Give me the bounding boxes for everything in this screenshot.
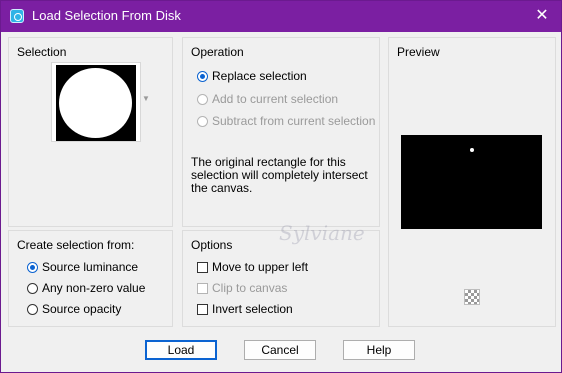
selection-thumbnail[interactable] [51, 62, 141, 142]
source-luminance-label: Source luminance [42, 260, 139, 274]
preview-group: Preview [388, 37, 556, 327]
radio-indicator [197, 70, 208, 82]
clip-to-canvas-label: Clip to canvas [212, 281, 288, 295]
selection-mask-circle [59, 68, 132, 138]
add-to-selection-radio: Add to current selection [197, 90, 338, 108]
help-button[interactable]: Help [343, 340, 415, 360]
preview-group-title: Preview [397, 45, 440, 59]
load-button[interactable]: Load [145, 340, 217, 360]
move-to-upper-left-label: Move to upper left [212, 260, 309, 274]
invert-selection-checkbox[interactable]: Invert selection [197, 300, 293, 318]
preview-canvas [401, 135, 542, 229]
replace-selection-label: Replace selection [212, 69, 307, 83]
selection-group: Selection ▼ [8, 37, 173, 227]
source-opacity-label: Source opacity [42, 302, 122, 316]
radio-indicator [27, 261, 38, 273]
source-opacity-radio[interactable]: Source opacity [27, 300, 121, 318]
any-non-zero-value-radio[interactable]: Any non-zero value [27, 279, 145, 297]
subtract-from-selection-radio: Subtract from current selection [197, 112, 375, 130]
subtract-from-selection-label: Subtract from current selection [212, 114, 376, 128]
radio-indicator [27, 282, 38, 294]
add-to-selection-label: Add to current selection [212, 92, 339, 106]
operation-info-text: The original rectangle for this selectio… [191, 155, 368, 195]
operation-group-title: Operation [191, 45, 244, 59]
move-to-upper-left-checkbox[interactable]: Move to upper left [197, 258, 308, 276]
checkbox-indicator [197, 282, 208, 294]
create-selection-from-title: Create selection from: [17, 238, 135, 252]
watermark-text: Sylviane [279, 221, 365, 245]
close-icon[interactable]: ✕ [531, 6, 553, 26]
radio-indicator [27, 303, 38, 315]
any-non-zero-value-label: Any non-zero value [42, 281, 146, 295]
selection-mask-thumbnail [56, 65, 136, 141]
invert-selection-label: Invert selection [212, 302, 293, 316]
chevron-down-icon[interactable]: ▼ [142, 94, 150, 103]
radio-indicator [197, 115, 208, 127]
selection-dialog-icon [10, 9, 24, 23]
checkbox-indicator [197, 261, 208, 273]
transparency-checkerboard-icon[interactable] [464, 289, 480, 305]
replace-selection-radio[interactable]: Replace selection [197, 67, 307, 85]
dialog-window: Load Selection From Disk ✕ Selection ▼ O… [0, 0, 562, 373]
title-bar[interactable]: Load Selection From Disk ✕ [1, 1, 561, 32]
preview-selection-dot [470, 148, 474, 152]
create-selection-from-group: Create selection from: Source luminance … [8, 230, 173, 327]
checkbox-indicator [197, 303, 208, 315]
options-group-title: Options [191, 238, 233, 252]
window-title: Load Selection From Disk [32, 8, 181, 23]
operation-group: Operation Replace selection Add to curre… [182, 37, 380, 227]
selection-group-title: Selection [17, 45, 67, 59]
cancel-button[interactable]: Cancel [244, 340, 316, 360]
clip-to-canvas-checkbox: Clip to canvas [197, 279, 287, 297]
source-luminance-radio[interactable]: Source luminance [27, 258, 138, 276]
radio-indicator [197, 93, 208, 105]
